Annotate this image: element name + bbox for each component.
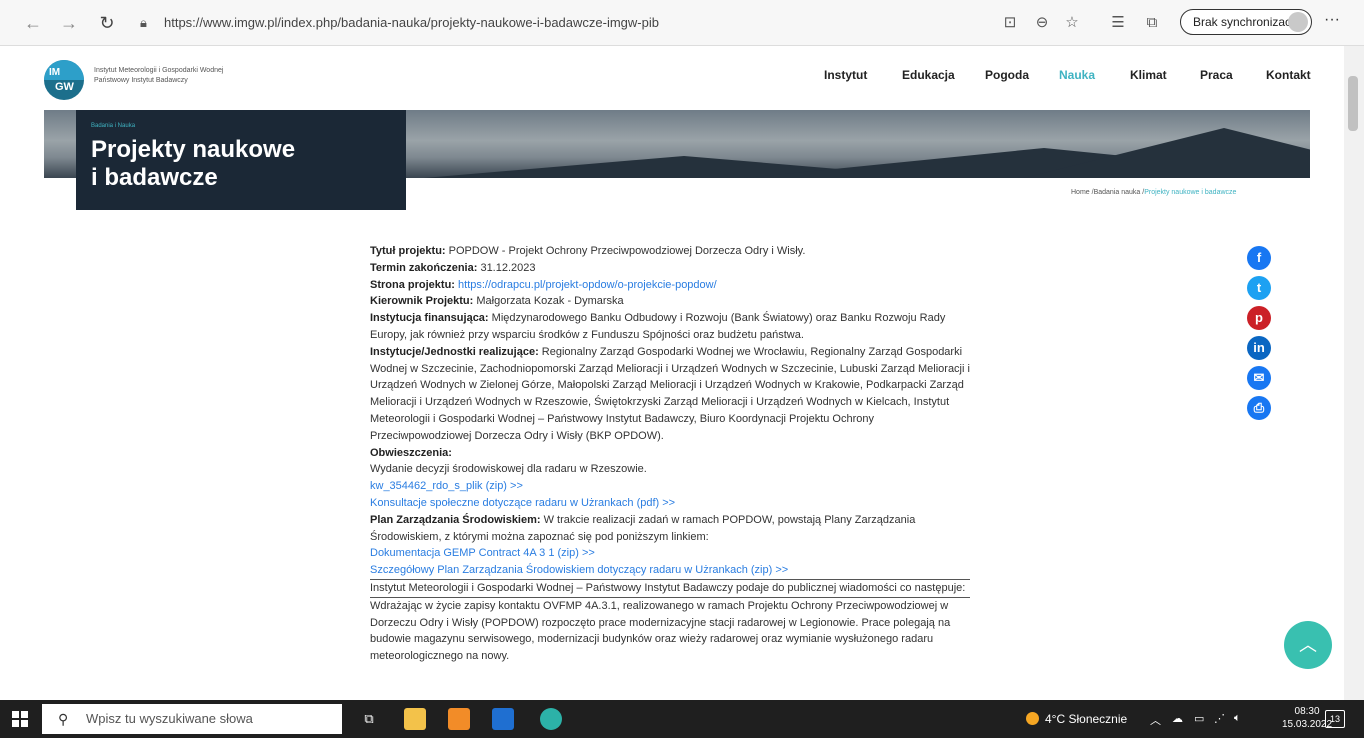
nav-nauka[interactable]: Nauka xyxy=(1059,68,1095,82)
taskbar-search[interactable]: ⚲ Wpisz tu wyszukiwane słowa xyxy=(42,704,342,734)
deadline-value: 31.12.2023 xyxy=(477,261,536,274)
scroll-to-top-button[interactable]: ︿ xyxy=(1284,621,1332,669)
twitter-icon[interactable]: t xyxy=(1247,276,1271,300)
facebook-icon[interactable]: f xyxy=(1247,246,1271,270)
favorite-add-icon[interactable]: ☆ xyxy=(1062,13,1082,33)
more-icon[interactable]: ··· xyxy=(1324,11,1340,29)
read-aloud-icon[interactable]: ⊡ xyxy=(1000,13,1020,33)
page-title-box: Badania i Nauka Projekty naukowe i badaw… xyxy=(76,110,406,210)
org-name-line1: Instytut Meteorologii i Gospodarki Wodne… xyxy=(94,67,224,74)
sun-icon xyxy=(1026,712,1039,725)
collections-icon[interactable]: ⧉ xyxy=(1142,13,1162,33)
battery-icon[interactable]: ▭ xyxy=(1194,712,1204,725)
windows-taskbar: ⚲ Wpisz tu wyszukiwane słowa ⧉ 4°C Słone… xyxy=(0,700,1364,738)
project-site-link[interactable]: https://odrapcu.pl/projekt-opdow/o-proje… xyxy=(458,279,717,291)
page-title: Projekty naukowe i badawcze xyxy=(91,136,296,191)
breadcrumb-current: Projekty naukowe i badawcze xyxy=(1144,189,1237,196)
title-label: Tytuł projektu: xyxy=(370,245,446,257)
section-label: Badania i Nauka xyxy=(91,123,136,129)
sync-button[interactable]: Brak synchronizacji xyxy=(1180,9,1312,35)
manager-label: Kierownik Projektu: xyxy=(370,295,474,308)
linkedin-icon[interactable]: in xyxy=(1247,336,1271,360)
org-name-line2: Państwowy Instytut Badawczy xyxy=(94,77,188,84)
chevron-up-icon: ︿ xyxy=(1299,635,1317,655)
browser-toolbar: ← → ↻ 🔒︎ https://www.imgw.pl/index.php/ba… xyxy=(0,0,1364,46)
scrollbar-thumb[interactable] xyxy=(1348,76,1358,131)
plan-label: Plan Zarządzania Środowiskiem: xyxy=(370,513,541,526)
outlook-icon[interactable] xyxy=(492,708,514,730)
email-icon[interactable]: ✉ xyxy=(1247,366,1271,390)
weather-text: 4°C Słonecznie xyxy=(1045,712,1128,726)
lock-icon: 🔒︎ xyxy=(140,15,147,30)
article-body: Tytuł projektu: POPDOW - Projekt Ochrony… xyxy=(370,243,970,665)
forward-icon[interactable]: → xyxy=(58,12,80,34)
title-value: POPDOW - Projekt Ochrony Przeciwpowodzio… xyxy=(445,245,806,257)
notification-center-icon[interactable]: 13 xyxy=(1325,710,1345,728)
pinterest-icon[interactable]: p xyxy=(1247,306,1271,330)
volume-icon[interactable]: 🔈︎ xyxy=(1234,712,1241,725)
final-text: Wdrażając w życie zapisy kontaktu OVFMP … xyxy=(370,596,970,665)
url-text: https://www.imgw.pl/index.php/badania-na… xyxy=(164,15,659,30)
units-label: Instytucje/Jednostki realizujące: xyxy=(370,345,539,358)
search-icon: ⚲ xyxy=(58,711,69,727)
notice-text: Wydanie decyzji środowiskowej dla radaru… xyxy=(370,463,647,476)
breadcrumb-home[interactable]: Home xyxy=(1071,189,1090,196)
nav-instytut[interactable]: Instytut xyxy=(824,68,867,82)
nav-edukacja[interactable]: Edukacja xyxy=(902,68,955,82)
nav-kontakt[interactable]: Kontakt xyxy=(1266,68,1311,82)
sync-label: Brak synchronizacji xyxy=(1193,15,1297,29)
address-bar[interactable]: 🔒︎ https://www.imgw.pl/index.php/badania-… xyxy=(140,10,840,36)
finance-label: Instytucja finansująca: xyxy=(370,312,489,325)
weather-widget[interactable]: 4°C Słonecznie xyxy=(1026,712,1127,726)
notification-count: 13 xyxy=(1329,714,1340,724)
notice-link-zip[interactable]: kw_354462_rdo_s_plik (zip) >> xyxy=(370,480,523,492)
onedrive-icon[interactable]: ☁ xyxy=(1172,712,1183,725)
nav-klimat[interactable]: Klimat xyxy=(1130,68,1167,82)
units-value: Regionalny Zarząd Gospodarki Wodnej we W… xyxy=(370,345,970,442)
breadcrumb: Home /Badania nauka /Projekty naukowe i … xyxy=(1071,189,1237,196)
tray-chevron-icon[interactable]: ︿ xyxy=(1150,712,1161,728)
site-label: Strona projektu: xyxy=(370,278,455,291)
manager-value: Małgorzata Kozak - Dymarska xyxy=(473,295,624,308)
info-text: Instytut Meteorologii i Gospodarki Wodne… xyxy=(370,578,970,597)
windows-start-icon[interactable] xyxy=(12,711,28,727)
taskbar-search-placeholder: Wpisz tu wyszukiwane słowa xyxy=(86,711,253,726)
deadline-label: Termin zakończenia: xyxy=(370,261,478,274)
notice-link-pdf[interactable]: Konsultacje społeczne dotyczące radaru w… xyxy=(370,497,675,509)
task-view-icon[interactable]: ⧉ xyxy=(358,708,380,730)
edge-icon[interactable] xyxy=(540,708,562,730)
page-scrollbar[interactable] xyxy=(1344,46,1364,700)
print-icon[interactable]: ⎙ xyxy=(1247,396,1271,420)
nav-pogoda[interactable]: Pogoda xyxy=(985,68,1029,82)
site-header: IM GW Instytut Meteorologii i Gospodarki … xyxy=(0,46,1344,110)
profile-avatar xyxy=(1288,12,1308,32)
refresh-icon[interactable]: ↻ xyxy=(96,12,118,34)
back-icon[interactable]: ← xyxy=(22,12,44,34)
network-icon[interactable]: ⋰ xyxy=(1214,712,1225,725)
nav-praca[interactable]: Praca xyxy=(1200,68,1233,82)
favorites-icon[interactable]: ☰ xyxy=(1108,13,1128,33)
breadcrumb-section[interactable]: Badania nauka xyxy=(1094,189,1141,196)
imgw-logo[interactable]: IM GW xyxy=(44,60,84,100)
plan-link-gemp[interactable]: Dokumentacja GEMP Contract 4A 3 1 (zip) … xyxy=(370,547,595,559)
notices-label: Obwieszczenia: xyxy=(370,446,452,459)
plan-link-detailed[interactable]: Szczegółowy Plan Zarządzania Środowiskie… xyxy=(370,564,788,576)
file-explorer-icon[interactable] xyxy=(404,708,426,730)
sticky-app-icon[interactable] xyxy=(448,708,470,730)
zoom-icon[interactable]: ⊖ xyxy=(1032,13,1052,33)
